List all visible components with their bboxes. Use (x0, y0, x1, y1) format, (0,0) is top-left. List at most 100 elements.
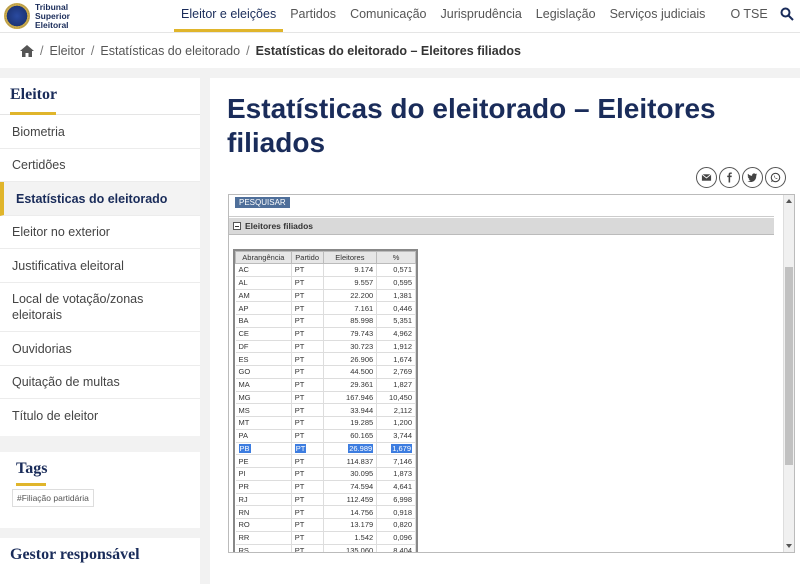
scroll-thumb[interactable] (785, 267, 793, 465)
tag-filiacao-partidaria[interactable]: #Filiação partidária (12, 489, 94, 507)
col-eleitores[interactable]: Eleitores (322, 251, 378, 264)
table-cell: 14.756 (350, 507, 374, 517)
nav-legislacao[interactable]: Legislação (529, 0, 603, 32)
nav-jurisprudencia[interactable]: Jurisprudência (434, 0, 529, 32)
sidebar-item-eleitor-no-exterior[interactable]: Eleitor no exterior (0, 216, 200, 249)
table-cell: 4,962 (393, 329, 412, 339)
table-row[interactable]: MS PT 33.944 2,112 (235, 403, 416, 417)
table-cell: 9.174 (354, 265, 374, 275)
sidebar-item-ouvidorias[interactable]: Ouvidorias (0, 332, 200, 366)
nav-partidos[interactable]: Partidos (283, 0, 343, 32)
scroll-up-arrow-icon[interactable] (786, 199, 792, 203)
table-cell: PE (238, 456, 249, 466)
sidebar-item-titulo[interactable]: Título de eleitor (0, 399, 200, 433)
pesquisar-button[interactable]: PESQUISAR (235, 197, 290, 208)
frame-scrollbar[interactable] (783, 195, 794, 552)
panel-header[interactable]: Eleitores filiados (229, 218, 774, 235)
sidebar-item-local-de-votacao[interactable]: Local de votação/zonas eleitorais (0, 283, 200, 332)
table-cell: 3,744 (393, 431, 412, 441)
table-row[interactable]: AM PT 22.200 1,381 (235, 289, 416, 303)
table-cell: 4,641 (393, 482, 412, 492)
table-cell: AP (238, 303, 249, 313)
table-cell: BA (238, 316, 249, 326)
table-cell: 0,096 (393, 533, 412, 543)
table-row[interactable]: BA PT 85.998 5,351 (235, 314, 416, 328)
collapse-icon[interactable] (233, 222, 241, 230)
sidebar-item-biometria[interactable]: Biometria (0, 115, 200, 149)
col-percent[interactable]: % (376, 251, 416, 264)
sidebar-item-justificativa[interactable]: Justificativa eleitoral (0, 249, 200, 283)
table-row[interactable]: RS PT 135.060 8,404 (235, 544, 416, 553)
breadcrumb-eleitor[interactable]: Eleitor (49, 44, 84, 58)
table-cell: PT (294, 533, 305, 543)
table-cell: AM (238, 290, 250, 300)
table-row[interactable]: MA PT 29.361 1,827 (235, 378, 416, 392)
breadcrumb-current: Estatísticas do eleitorado – Eleitores f… (255, 43, 521, 58)
home-icon[interactable] (20, 44, 34, 57)
table-row[interactable]: AP PT 7.161 0,446 (235, 301, 416, 315)
tse-logo[interactable]: Tribunal Superior Eleitoral (4, 2, 174, 30)
table-row[interactable]: PA PT 60.165 3,744 (235, 429, 416, 443)
table-row[interactable]: PR PT 74.594 4,641 (235, 480, 416, 494)
search-icon[interactable] (780, 7, 794, 21)
table-cell: PT (294, 545, 305, 553)
table-cell: MT (238, 418, 250, 428)
nav-comunicacao[interactable]: Comunicação (343, 0, 433, 32)
table-cell: MG (238, 392, 251, 402)
embedded-report-frame: PESQUISAR Eleitores filiados Abrangência… (228, 194, 795, 553)
col-abrangencia[interactable]: Abrangência (235, 251, 292, 264)
table-row[interactable]: MG PT 167.946 10,450 (235, 391, 416, 405)
table-row[interactable]: MT PT 19.285 1,200 (235, 416, 416, 430)
col-partido[interactable]: Partido (290, 251, 324, 264)
table-cell: 0,820 (393, 520, 412, 530)
gestor-box: Gestor responsável (0, 538, 200, 584)
table-cell: 30.723 (350, 341, 374, 351)
table-header-row: Abrangência Partido Eleitores % (235, 251, 416, 264)
table-row[interactable]: AL PT 9.557 0,595 (235, 276, 416, 290)
sidebar-item-quitacao[interactable]: Quitação de multas (0, 366, 200, 399)
sidebar-item-certidoes[interactable]: Certidões (0, 149, 200, 182)
table-row[interactable]: RR PT 1.542 0,096 (235, 531, 416, 545)
table-row[interactable]: RN PT 14.756 0,918 (235, 505, 416, 519)
table-row[interactable]: DF PT 30.723 1,912 (235, 340, 416, 354)
table-cell: PT (294, 278, 305, 288)
table-cell: PT (294, 303, 305, 313)
table-cell: PT (294, 380, 305, 390)
table-row[interactable]: GO PT 44.500 2,769 (235, 365, 416, 379)
table-row[interactable]: CE PT 79.743 4,962 (235, 327, 416, 341)
table-cell: PT (294, 341, 305, 351)
sidebar-menu: Eleitor Biometria Certidões Estatísticas… (0, 78, 200, 436)
twitter-icon[interactable] (742, 167, 763, 188)
whatsapp-icon[interactable] (765, 167, 786, 188)
scroll-down-arrow-icon[interactable] (786, 544, 792, 548)
table-row[interactable]: PI PT 30.095 1,873 (235, 467, 416, 481)
email-icon[interactable] (696, 167, 717, 188)
table-cell: 112.459 (346, 494, 374, 504)
main-content: Estatísticas do eleitorado – Eleitores f… (210, 78, 800, 584)
table-cell: PT (294, 431, 305, 441)
table-cell: 1,912 (393, 341, 412, 351)
facebook-icon[interactable] (719, 167, 740, 188)
table-row[interactable]: AC PT 9.174 0,571 (235, 263, 416, 277)
results-table: Abrangência Partido Eleitores % AC PT 9.17… (233, 249, 418, 553)
table-cell: PT (294, 329, 305, 339)
seal-icon (4, 3, 30, 29)
table-row[interactable]: RJ PT 112.459 6,998 (235, 493, 416, 507)
nav-eleitor-e-eleicoes[interactable]: Eleitor e eleições (174, 0, 284, 32)
table-row[interactable]: RO PT 13.179 0,820 (235, 518, 416, 532)
main-nav: Eleitor e eleições Partidos Comunicação … (174, 0, 775, 32)
sidebar-item-estatisticas[interactable]: Estatísticas do eleitorado (0, 182, 200, 216)
table-cell: 22.200 (350, 290, 374, 300)
table-row[interactable]: PB PT 26.989 1,679 (235, 442, 416, 456)
table-cell: 0,918 (393, 507, 412, 517)
nav-o-tse[interactable]: O TSE (712, 0, 774, 32)
table-row[interactable]: PE PT 114.837 7,146 (235, 454, 416, 468)
table-cell: 0,446 (393, 303, 412, 313)
table-row[interactable]: ES PT 26.906 1,674 (235, 352, 416, 366)
table-cell: 167.946 (346, 392, 374, 402)
breadcrumb-estatisticas[interactable]: Estatísticas do eleitorado (100, 44, 240, 58)
table-cell: 1.542 (354, 533, 374, 543)
table-cell: 0,571 (393, 265, 412, 275)
nav-servicos-judiciais[interactable]: Serviços judiciais (603, 0, 713, 32)
table-cell: 2,769 (393, 367, 412, 377)
